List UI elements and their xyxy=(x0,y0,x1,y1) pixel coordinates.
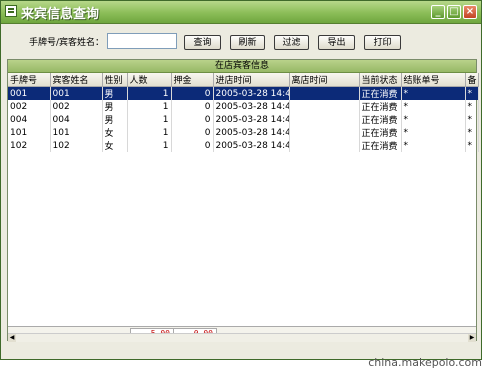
table-cell: 1 xyxy=(127,100,172,113)
watermark: china.makepolo.com xyxy=(368,356,482,369)
table-cell: 004 xyxy=(8,113,51,126)
table-cell: * xyxy=(465,100,479,113)
col-header[interactable]: 性别 xyxy=(102,73,128,87)
print-button[interactable]: 打印 xyxy=(364,35,401,50)
col-header[interactable]: 当前状态 xyxy=(359,73,402,87)
table-cell: 002 xyxy=(8,100,51,113)
scroll-left-icon[interactable]: ◀ xyxy=(8,334,16,342)
table-row[interactable]: 002 002 男 1 0 2005-03-28 14:45: 正在消费 * * xyxy=(8,100,479,113)
table-cell: * xyxy=(401,86,466,100)
table-cell: * xyxy=(401,100,466,113)
table-row[interactable]: 101 101 女 1 0 2005-03-28 14:45: 正在消费 * * xyxy=(8,126,479,139)
table-cell: * xyxy=(465,113,479,126)
col-header[interactable]: 人数 xyxy=(127,73,172,87)
table-cell: 男 xyxy=(102,86,128,100)
table-row[interactable]: 001 001 男 1 0 2005-03-28 14:45: 正在消费 * * xyxy=(8,86,479,100)
minimize-button[interactable]: _ xyxy=(431,5,445,19)
col-header[interactable]: 押金 xyxy=(171,73,214,87)
window-title: 来宾信息查询 xyxy=(21,7,100,22)
table-cell: 1 xyxy=(127,113,172,126)
refresh-button[interactable]: 刷新 xyxy=(230,35,265,50)
col-header[interactable]: 进店时间 xyxy=(213,73,290,87)
guest-table: 手牌号 宾客姓名 性别 人数 押金 进店时间 离店时间 当前状态 结账单号 备 … xyxy=(8,73,479,152)
table-cell xyxy=(289,100,360,113)
table-cell: 004 xyxy=(50,113,103,126)
table-cell: 0 xyxy=(171,100,214,113)
table-cell: 0 xyxy=(171,126,214,139)
table-cell: 男 xyxy=(102,100,128,113)
table-cell: 102 xyxy=(8,139,51,152)
table-cell: 001 xyxy=(8,86,51,100)
table-cell: 2005-03-28 14:45: xyxy=(213,113,290,126)
table-cell: 102 xyxy=(50,139,103,152)
table-cell: 女 xyxy=(102,126,128,139)
table-cell: 正在消费 xyxy=(359,86,402,100)
col-header[interactable]: 宾客姓名 xyxy=(50,73,103,87)
window-menu-icon[interactable] xyxy=(5,5,17,17)
table-cell: 正在消费 xyxy=(359,100,402,113)
table-cell: 101 xyxy=(50,126,103,139)
guest-query-window: 来宾信息查询 _ □ × 手牌号/宾客姓名： 查询 刷新 过滤 导出 打印 在店… xyxy=(0,0,482,360)
table-cell: 女 xyxy=(102,139,128,152)
table-cell: 0 xyxy=(171,113,214,126)
table-cell: 101 xyxy=(8,126,51,139)
table-cell: * xyxy=(465,139,479,152)
table-cell: 男 xyxy=(102,113,128,126)
table-cell: * xyxy=(401,126,466,139)
filter-button[interactable]: 过滤 xyxy=(274,35,309,50)
grid-caption: 在店宾客信息 xyxy=(8,60,476,73)
table-header: 手牌号 宾客姓名 性别 人数 押金 进店时间 离店时间 当前状态 结账单号 备 xyxy=(8,73,479,87)
table-cell: * xyxy=(465,126,479,139)
close-button[interactable]: × xyxy=(463,5,477,19)
col-header[interactable]: 手牌号 xyxy=(8,73,51,87)
col-header[interactable]: 离店时间 xyxy=(289,73,360,87)
table-cell: 002 xyxy=(50,100,103,113)
query-button[interactable]: 查询 xyxy=(184,35,221,50)
col-header[interactable]: 备 xyxy=(465,73,479,87)
title-bar[interactable]: 来宾信息查询 _ □ × xyxy=(1,1,481,24)
table-cell: 1 xyxy=(127,139,172,152)
scroll-right-icon[interactable]: ▶ xyxy=(468,334,476,342)
table-cell: 2005-03-28 14:45: xyxy=(213,100,290,113)
table-cell: 2005-03-28 14:45: xyxy=(213,86,290,100)
table-cell: 2005-03-28 14:45: xyxy=(213,139,290,152)
col-header[interactable]: 结账单号 xyxy=(401,73,466,87)
table-cell: 2005-03-28 14:45: xyxy=(213,126,290,139)
table-cell: * xyxy=(401,113,466,126)
search-label: 手牌号/宾客姓名： xyxy=(29,38,105,48)
table-cell: 正在消费 xyxy=(359,126,402,139)
table-cell xyxy=(289,113,360,126)
table-cell xyxy=(289,126,360,139)
table-cell xyxy=(289,139,360,152)
table-cell: 正在消费 xyxy=(359,139,402,152)
table-cell: 1 xyxy=(127,86,172,100)
table-cell: 001 xyxy=(50,86,103,100)
table-cell: 正在消费 xyxy=(359,113,402,126)
table-cell: 1 xyxy=(127,126,172,139)
table-cell xyxy=(289,86,360,100)
search-input[interactable] xyxy=(107,33,177,49)
table-cell: 0 xyxy=(171,139,214,152)
guest-grid-panel: 在店宾客信息 手牌号 宾客姓名 性别 人数 押金 进店时间 离店时间 当前状态 … xyxy=(7,59,479,342)
export-button[interactable]: 导出 xyxy=(318,35,355,50)
table-cell: * xyxy=(465,86,479,100)
table-row[interactable]: 102 102 女 1 0 2005-03-28 14:45: 正在消费 * * xyxy=(8,139,479,152)
maximize-button[interactable]: □ xyxy=(447,5,461,19)
horizontal-scrollbar[interactable]: ◀ ▶ xyxy=(8,333,476,342)
table-row[interactable]: 004 004 男 1 0 2005-03-28 14:45: 正在消费 * * xyxy=(8,113,479,126)
search-toolbar: 手牌号/宾客姓名： 查询 刷新 过滤 导出 打印 xyxy=(1,23,481,61)
table-cell: * xyxy=(401,139,466,152)
table-cell: 0 xyxy=(171,86,214,100)
